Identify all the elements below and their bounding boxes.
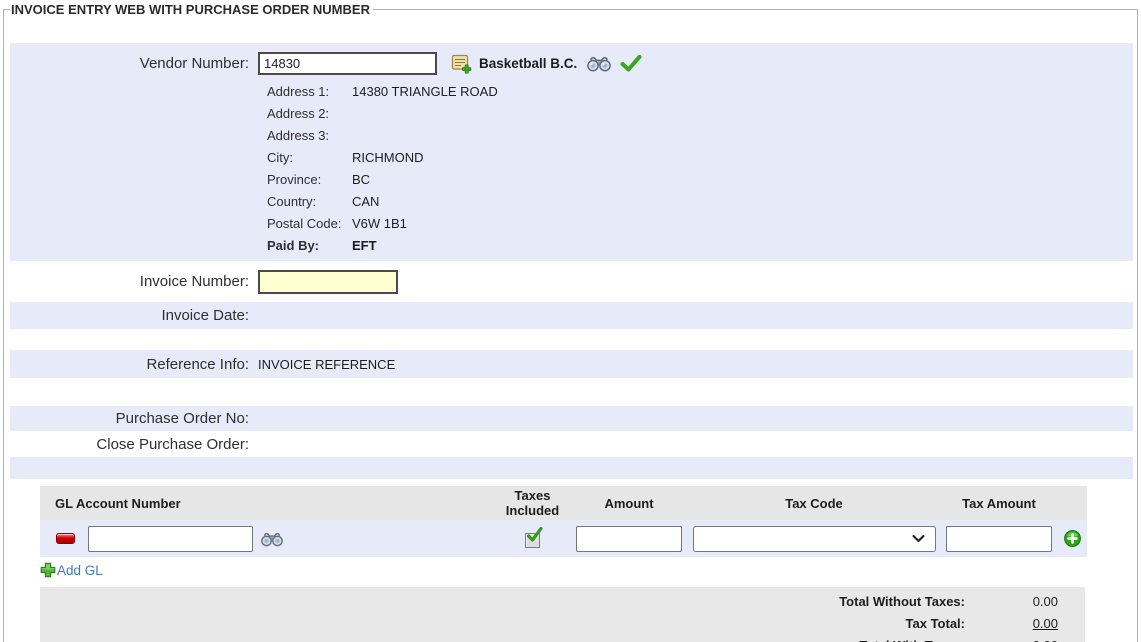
add-gl-row: Add GL <box>10 557 1133 583</box>
paid-by-label: Paid By: <box>267 235 352 257</box>
form-title: INVOICE ENTRY WEB WITH PURCHASE ORDER NU… <box>10 2 373 17</box>
province-label: Province: <box>267 169 352 191</box>
invoice-number-row: Invoice Number: <box>10 261 1133 302</box>
address-row: Address 3: <box>267 125 1133 147</box>
spacer <box>10 329 1133 350</box>
spacer <box>10 378 1133 406</box>
address1-label: Address 1: <box>267 81 352 103</box>
vendor-card-icon[interactable] <box>451 53 472 74</box>
address-row: Province: BC <box>267 169 1133 191</box>
vendor-number-input[interactable] <box>258 52 437 75</box>
plus-icon <box>40 562 56 578</box>
amount-input[interactable] <box>576 526 682 552</box>
total-without-taxes-label: Total Without Taxes: <box>839 594 965 609</box>
postal-code-label: Postal Code: <box>267 213 352 235</box>
total-with-taxes-row: Total With Taxes: 0.00 <box>40 634 1085 642</box>
postal-code-value: V6W 1B1 <box>352 213 407 235</box>
vendor-address-block: Address 1: 14380 TRIANGLE ROAD Address 2… <box>267 81 1133 257</box>
total-without-taxes-row: Total Without Taxes: 0.00 <box>40 590 1085 612</box>
vendor-valid-check-icon <box>620 55 642 72</box>
tax-total-value[interactable]: 0.00 <box>965 616 1085 631</box>
gl-table: GL Account Number Taxes Included Amount … <box>40 486 1087 557</box>
invoice-date-label: Invoice Date: <box>10 307 258 324</box>
address-row: City: RICHMOND <box>267 147 1133 169</box>
address1-value: 14380 TRIANGLE ROAD <box>352 81 498 103</box>
gl-account-header: GL Account Number <box>40 496 495 511</box>
address3-label: Address 3: <box>267 125 352 147</box>
gl-table-row <box>40 520 1087 557</box>
vendor-section: Vendor Number: Basketball B.C. <box>10 43 1133 261</box>
vendor-name: Basketball B.C. <box>479 56 577 71</box>
invoice-date-row: Invoice Date: <box>10 302 1133 329</box>
address-row: Postal Code: V6W 1B1 <box>267 213 1133 235</box>
city-label: City: <box>267 147 352 169</box>
purchase-order-label: Purchase Order No: <box>10 410 258 427</box>
close-purchase-order-label: Close Purchase Order: <box>10 436 258 453</box>
amount-header: Amount <box>570 496 688 511</box>
totals-section: Total Without Taxes: 0.00 Tax Total: 0.0… <box>40 587 1085 642</box>
tax-amount-input[interactable] <box>946 526 1052 552</box>
country-value: CAN <box>352 191 379 213</box>
tax-total-row: Tax Total: 0.00 <box>40 612 1085 634</box>
reference-info-label: Reference Info: <box>10 356 258 373</box>
tax-amount-header: Tax Amount <box>940 496 1058 511</box>
purchase-order-row: Purchase Order No: <box>10 406 1133 431</box>
taxes-included-header: Taxes Included <box>495 488 570 518</box>
gl-table-header: GL Account Number Taxes Included Amount … <box>40 486 1087 520</box>
tax-code-select[interactable] <box>693 526 936 552</box>
address-row: Address 2: <box>267 103 1133 125</box>
tax-code-header: Tax Code <box>688 496 940 511</box>
close-purchase-order-row: Close Purchase Order: <box>10 431 1133 457</box>
total-with-taxes-value: 0.00 <box>965 638 1085 642</box>
empty-row <box>10 457 1133 479</box>
country-label: Country: <box>267 191 352 213</box>
paid-by-value: EFT <box>352 235 377 257</box>
city-value: RICHMOND <box>352 147 424 169</box>
tax-total-label: Tax Total: <box>906 616 965 631</box>
invoice-number-label: Invoice Number: <box>10 273 258 290</box>
vendor-number-row: Vendor Number: Basketball B.C. <box>10 49 1133 77</box>
invoice-number-input[interactable] <box>258 270 398 294</box>
gl-lookup-binoculars-icon[interactable] <box>261 531 283 547</box>
address2-label: Address 2: <box>267 103 352 125</box>
gl-account-input[interactable] <box>88 526 253 552</box>
add-gl-link[interactable]: Add GL <box>40 562 103 578</box>
reference-info-row: Reference Info: INVOICE REFERENCE <box>10 350 1133 378</box>
page: INVOICE ENTRY WEB WITH PURCHASE ORDER NU… <box>0 0 1141 642</box>
vendor-number-label: Vendor Number: <box>10 55 258 72</box>
add-row-icon[interactable] <box>1064 530 1081 547</box>
total-without-taxes-value: 0.00 <box>965 594 1085 609</box>
delete-row-icon[interactable] <box>56 533 75 544</box>
spacer <box>10 479 1133 486</box>
paid-by-row: Paid By: EFT <box>267 235 1133 257</box>
vendor-lookup-binoculars-icon[interactable] <box>587 55 611 72</box>
add-gl-label: Add GL <box>57 563 103 578</box>
taxes-included-checkbox[interactable] <box>525 533 540 548</box>
province-value: BC <box>352 169 370 191</box>
reference-info-value: INVOICE REFERENCE <box>258 357 395 372</box>
invoice-entry-fieldset: INVOICE ENTRY WEB WITH PURCHASE ORDER NU… <box>3 2 1138 642</box>
address-row: Address 1: 14380 TRIANGLE ROAD <box>267 81 1133 103</box>
total-with-taxes-label: Total With Taxes: <box>859 638 965 642</box>
address-row: Country: CAN <box>267 191 1133 213</box>
